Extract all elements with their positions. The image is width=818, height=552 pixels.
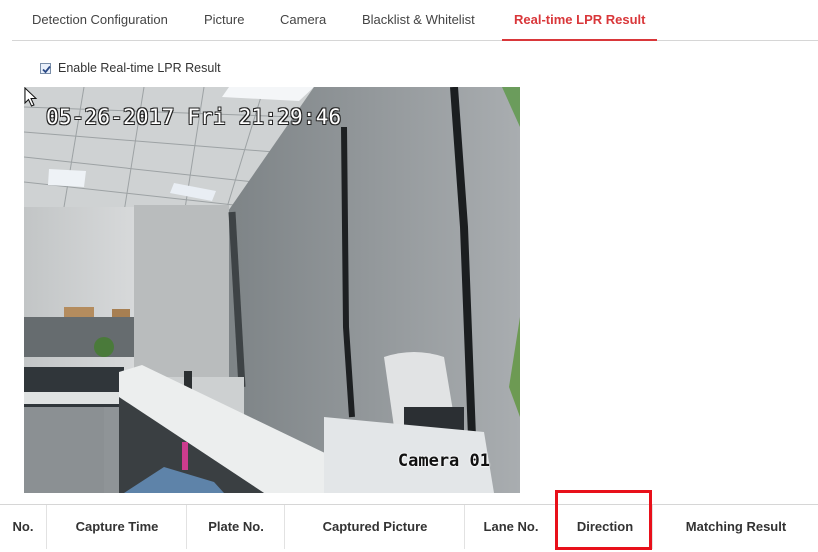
column-header-no: No.	[12, 519, 34, 534]
column-header-direction: Direction	[556, 505, 653, 549]
column-header-capture-time: Capture Time	[46, 505, 187, 549]
camera-feed-image	[24, 87, 520, 493]
live-video[interactable]: 05-26-2017 Fri 21:29:46 Camera 01	[24, 87, 520, 493]
checkmark-icon	[42, 65, 51, 73]
enable-lpr-row: Enable Real-time LPR Result	[40, 60, 221, 76]
tab-detection-configuration[interactable]: Detection Configuration	[32, 0, 168, 40]
column-header-captured-picture: Captured Picture	[284, 505, 465, 549]
tab-picture[interactable]: Picture	[204, 0, 244, 40]
column-header-matching-result: Matching Result	[652, 505, 818, 549]
column-header-lane-no: Lane No.	[464, 505, 557, 549]
osd-timestamp: 05-26-2017 Fri 21:29:46	[46, 105, 342, 129]
osd-camera-name: Camera 01	[397, 451, 490, 471]
enable-lpr-checkbox[interactable]	[40, 62, 51, 74]
tab-blacklist-whitelist[interactable]: Blacklist & Whitelist	[362, 0, 475, 40]
column-header-plate-no: Plate No.	[186, 505, 285, 549]
tab-camera[interactable]: Camera	[280, 0, 326, 40]
lpr-result-table: No. Capture Time Plate No. Captured Pict…	[0, 504, 818, 549]
enable-lpr-label: Enable Real-time LPR Result	[58, 61, 221, 75]
mouse-cursor-icon	[24, 87, 38, 107]
tab-bar: Detection Configuration Picture Camera B…	[12, 0, 818, 41]
tab-real-time-lpr-result[interactable]: Real-time LPR Result	[501, 0, 659, 41]
